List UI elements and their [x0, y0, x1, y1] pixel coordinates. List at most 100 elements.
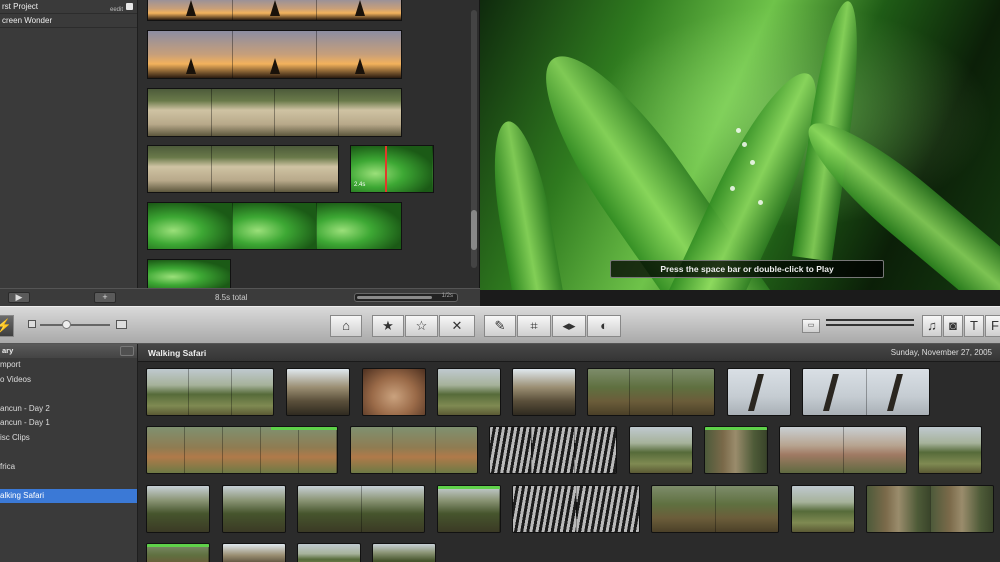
used-in-project-bar — [438, 486, 500, 489]
project-scrollbar[interactable] — [471, 10, 477, 268]
clip-zoom-label: 1/2s — [441, 293, 453, 299]
library-item[interactable]: isc Clips — [0, 431, 137, 446]
event-clip[interactable] — [372, 543, 436, 562]
event-browser[interactable]: Walking Safari Sunday, November 27, 2005 — [138, 344, 1000, 562]
library-toggle-button[interactable] — [120, 346, 134, 356]
clip-frame — [532, 427, 575, 473]
event-clip[interactable] — [802, 368, 930, 416]
event-clip[interactable] — [146, 368, 274, 416]
event-clip[interactable] — [629, 426, 693, 474]
clip-frame — [803, 369, 867, 415]
event-clip[interactable] — [489, 426, 617, 474]
clip-frame — [223, 486, 285, 532]
event-clip[interactable] — [222, 543, 286, 562]
thumbnail-size-slider[interactable] — [40, 320, 110, 329]
viewer-footer — [480, 290, 1000, 306]
add-project-button[interactable]: + — [94, 292, 116, 303]
clip-frame — [919, 427, 981, 473]
toolbar-button[interactable]: ☆ — [405, 315, 438, 337]
project-clip[interactable] — [147, 259, 231, 289]
event-clip[interactable] — [350, 426, 478, 474]
project-scrollbar-thumb[interactable] — [471, 210, 477, 250]
event-clip[interactable] — [587, 368, 715, 416]
play-hint: Press the space bar or double-click to P… — [610, 260, 884, 278]
toolbar-button[interactable]: ✎ — [484, 315, 516, 337]
library-item[interactable]: ancun - Day 2 — [0, 402, 137, 417]
clip-frame — [275, 89, 339, 136]
clip-frame — [866, 369, 929, 415]
clip-frame — [298, 544, 360, 562]
library-item[interactable]: mport — [0, 358, 137, 373]
project-clip[interactable] — [147, 202, 402, 250]
event-clip[interactable] — [146, 426, 338, 474]
library-item[interactable]: o Videos — [0, 373, 137, 388]
used-in-project-bar — [705, 427, 767, 430]
clip-frame — [148, 260, 230, 288]
unmark-star-icon: ☆ — [415, 318, 428, 333]
toolbar-button[interactable]: ✕ — [439, 315, 475, 337]
project-clip[interactable]: 2.4s — [350, 145, 434, 193]
event-clip[interactable] — [791, 485, 855, 533]
project-clip[interactable] — [147, 145, 339, 193]
clip-frame — [435, 427, 477, 473]
event-clip[interactable] — [146, 543, 210, 562]
project-disclosure-icon[interactable] — [126, 3, 133, 10]
clip-frame — [513, 369, 575, 415]
event-clip[interactable] — [146, 485, 210, 533]
toolbar-button[interactable]: ★ — [372, 315, 404, 337]
clip-frame — [147, 486, 209, 532]
clip-frame — [317, 31, 401, 78]
clip-frame — [867, 486, 931, 532]
event-clip[interactable] — [222, 485, 286, 533]
toolbar-button[interactable]: ◙ — [943, 315, 963, 337]
library-item[interactable]: frica — [0, 460, 137, 475]
event-date: Sunday, November 27, 2005 — [890, 348, 992, 357]
event-clip[interactable] — [727, 368, 791, 416]
event-clip[interactable] — [866, 485, 994, 533]
clip-frame — [317, 203, 401, 249]
toolbar-button[interactable]: ♫ — [922, 315, 942, 337]
event-clip[interactable] — [651, 485, 779, 533]
toolbar-button[interactable]: F — [985, 315, 1000, 337]
toolbar-button[interactable]: ◂▸ — [552, 315, 586, 337]
project-item[interactable]: creen Wonder — [0, 14, 137, 28]
toolbar-button[interactable]: ◐ — [587, 315, 621, 337]
event-title: Walking Safari — [148, 348, 207, 358]
clip-timecode: 2.4s — [354, 182, 366, 188]
project-clip[interactable] — [147, 0, 402, 21]
project-item[interactable]: rst Project eedit — [0, 0, 137, 14]
event-clip[interactable] — [286, 368, 350, 416]
event-clip[interactable] — [437, 368, 501, 416]
music-icon: ♫ — [927, 318, 937, 333]
project-storyboard[interactable]: 2.4s — [138, 0, 480, 289]
toolbar-button[interactable]: ⌂ — [330, 315, 362, 337]
voiceover-button[interactable]: ▭ — [802, 319, 820, 333]
library-item[interactable]: ancun - Day 1 — [0, 416, 137, 431]
viewer[interactable]: Press the space bar or double-click to P… — [480, 0, 1000, 290]
clip-frame — [652, 486, 716, 532]
clip-frame — [232, 31, 318, 78]
toolbar-button[interactable]: T — [964, 315, 984, 337]
camera-import-button[interactable]: ⚡ — [0, 315, 14, 337]
project-clip[interactable] — [147, 88, 402, 137]
event-clip[interactable] — [779, 426, 907, 474]
used-in-project-bar — [270, 427, 337, 430]
project-clip[interactable] — [147, 30, 402, 79]
crop-icon: ⌗ — [530, 318, 538, 333]
toolbar-button[interactable]: ⌗ — [517, 315, 551, 337]
thumbnail-size-slider-knob[interactable] — [62, 320, 71, 329]
event-clip[interactable] — [512, 368, 576, 416]
event-clip[interactable] — [437, 485, 501, 533]
event-clip[interactable] — [918, 426, 982, 474]
favorite-star-icon: ★ — [382, 318, 394, 333]
clip-frame — [630, 369, 673, 415]
event-clip[interactable] — [297, 485, 425, 533]
event-clip[interactable] — [512, 485, 640, 533]
library-item-selected[interactable]: alking Safari — [0, 488, 137, 503]
clip-zoom-slider[interactable]: 1/2s — [354, 293, 458, 302]
event-clip[interactable] — [297, 543, 361, 562]
event-clip[interactable] — [704, 426, 768, 474]
event-clip[interactable] — [362, 368, 426, 416]
clip-frame — [363, 369, 425, 415]
play-project-button[interactable]: ▶ — [8, 292, 30, 303]
